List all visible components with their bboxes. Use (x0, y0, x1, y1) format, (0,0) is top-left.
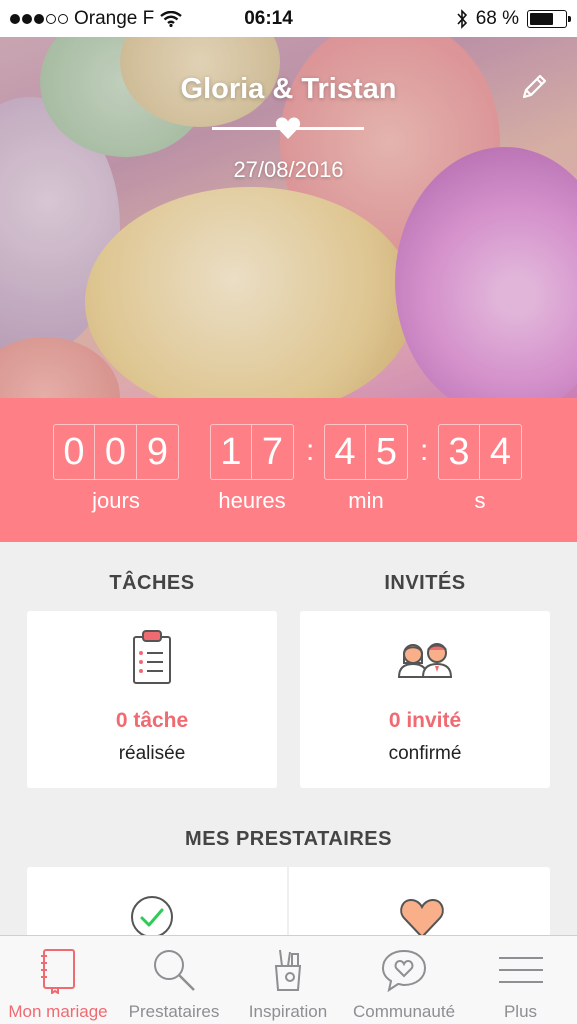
tab-label: Inspiration (248, 1002, 328, 1021)
carrier-label: Orange F (74, 7, 155, 29)
seconds-label: s (474, 488, 486, 513)
countdown-digit: 3 (438, 424, 480, 480)
tab-label: Communauté (352, 1002, 456, 1021)
heart-icon (400, 898, 444, 939)
countdown-digit: 7 (252, 424, 294, 480)
countdown-separator: : (420, 434, 429, 467)
tasks-subtitle: réalisée (118, 743, 186, 764)
wedding-date: 27/08/2016 (233, 157, 344, 182)
couple-name: Gloria & Tristan (180, 73, 397, 105)
countdown-digit: 0 (53, 424, 95, 480)
tasks-card[interactable]: 0 tâche réalisée (27, 611, 277, 788)
countdown-hours: 1 7 (210, 424, 294, 480)
wifi-icon (160, 10, 183, 27)
tab-label: Prestataires (128, 1002, 220, 1021)
countdown-minutes: 4 5 (324, 424, 408, 480)
pencil-icon[interactable] (518, 71, 550, 103)
countdown-digit: 9 (137, 424, 179, 480)
status-right: 68 % (347, 7, 571, 30)
guests-subtitle: confirmé (388, 743, 462, 764)
battery-icon (527, 9, 571, 28)
countdown-digit: 5 (366, 424, 408, 480)
menu-icon (498, 957, 543, 983)
signal-icon (10, 13, 68, 24)
tab-label: Mon mariage (8, 1002, 108, 1021)
countdown-seconds: 3 4 (438, 424, 522, 480)
tasks-title: TÂCHES (109, 572, 195, 594)
tab-bar: Mon mariage Prestataires Inspiration Com… (0, 935, 577, 1024)
tab-prestataires[interactable]: Prestataires (116, 936, 232, 1024)
countdown-digit: 1 (210, 424, 252, 480)
minutes-label: min (348, 488, 384, 513)
clock: 06:14 (244, 7, 293, 29)
tab-mon-mariage[interactable]: Mon mariage (0, 936, 116, 1024)
tab-label: Plus (503, 1002, 538, 1021)
battery-fill (530, 12, 554, 25)
chat-heart-icon (381, 949, 427, 993)
battery-percent: 68 % (475, 7, 519, 29)
hours-label: heures (218, 488, 286, 513)
tab-inspiration[interactable]: Inspiration (232, 936, 344, 1024)
vendors-title: MES PRESTATAIRES (185, 828, 392, 850)
guests-title: INVITÉS (384, 572, 466, 594)
app-screen: Orange F 06:14 68 % Gloria & Tristan 27/… (0, 0, 577, 1024)
bluetooth-icon (457, 8, 467, 29)
tasks-count: 0 tâche (115, 709, 189, 732)
countdown-panel: 0 0 9 1 7 : 4 5 : 3 4 jours heures min s (0, 398, 577, 542)
clipboard-icon (133, 630, 171, 684)
pencil-cup-icon (274, 949, 302, 991)
heart-icon (275, 117, 301, 139)
countdown-separator: : (306, 434, 315, 467)
tab-plus[interactable]: Plus (464, 936, 577, 1024)
tab-communaute[interactable]: Communauté (344, 936, 464, 1024)
check-circle-icon (131, 896, 173, 938)
countdown-digit: 0 (95, 424, 137, 480)
guests-card[interactable]: 0 invité confirmé (300, 611, 550, 788)
guests-count: 0 invité (388, 709, 462, 732)
days-label: jours (92, 488, 140, 513)
status-bar: Orange F 06:14 68 % (0, 0, 577, 37)
countdown-digit: 4 (480, 424, 522, 480)
hero-banner: Gloria & Tristan 27/08/2016 (0, 37, 577, 398)
notebook-icon (41, 949, 75, 994)
countdown-digit: 4 (324, 424, 366, 480)
countdown-days: 0 0 9 (53, 424, 179, 480)
couple-icon (397, 643, 453, 678)
search-icon (154, 950, 195, 991)
